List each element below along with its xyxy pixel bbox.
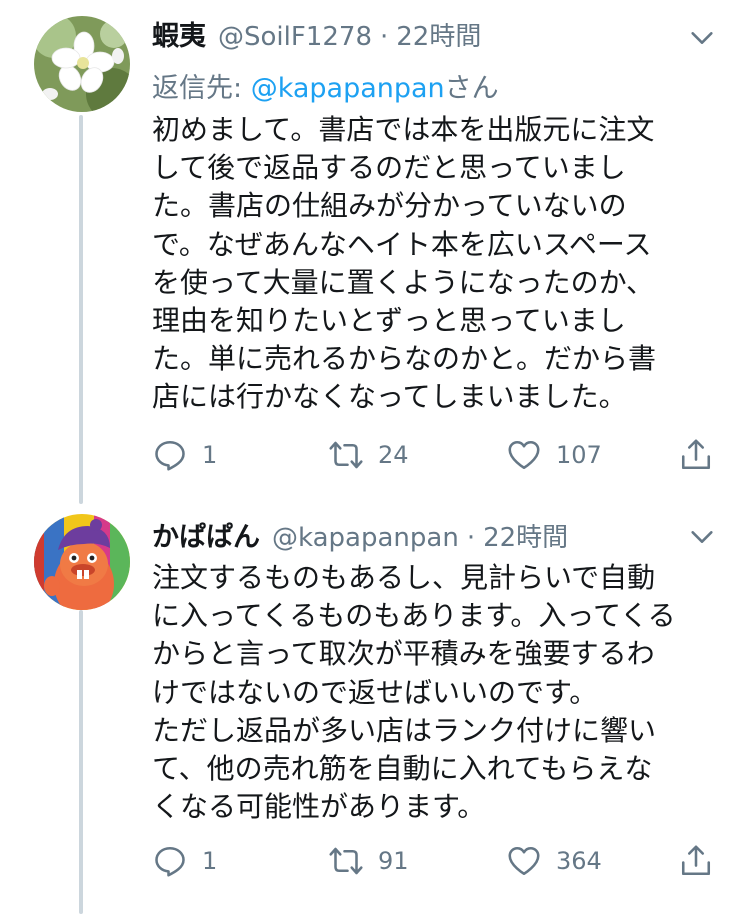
display-name[interactable]: かぱぱん <box>152 515 260 554</box>
tweet-text-line: 初めまして。書店では本を出版元に注文 <box>152 113 655 146</box>
like-button[interactable]: 107 <box>506 433 602 477</box>
share-icon <box>681 439 711 470</box>
share-button[interactable] <box>678 839 714 883</box>
tweet-text-line: からと言って取次が平積みを強要するわ <box>152 637 655 671</box>
like-count: 364 <box>556 847 602 875</box>
reply-to-label: 返信先: <box>152 73 251 104</box>
mascot-character-avatar-image <box>34 514 130 610</box>
tweet-text-line: て、他の売れ筋を自動に入れてもらえな <box>152 752 653 786</box>
tweet-text-line: ただし返品が多い店はランク付けに響い <box>152 713 657 747</box>
tweet-actions: 1 24 107 <box>152 433 732 477</box>
reply-to-mention-link[interactable]: @kapapanpan <box>251 73 445 104</box>
reply-to-suffix: さん <box>444 73 499 104</box>
tweet[interactable]: かぱぱん @kapapanpan · 22時間 注文するものもあるし、見計らいで… <box>0 505 750 914</box>
display-name[interactable]: 蝦夷 <box>152 14 206 53</box>
tweet[interactable]: 蝦夷 @SoilF1278 · 22時間 返信先: @kapapanpanさん … <box>0 0 750 505</box>
separator-dot: · <box>379 22 389 52</box>
reply-count: 1 <box>202 847 218 875</box>
tweet-text-line: くなる可能性があります。 <box>152 790 486 824</box>
tweet-text-line: 店には行かなくなってしまいました。 <box>152 380 627 414</box>
tweet-text-line: を使って大量に置くようになったのか、 <box>152 265 655 299</box>
retweet-icon <box>329 441 363 469</box>
avatar[interactable] <box>34 514 130 610</box>
tweet-text: 注文するものもあるし、見計らいで自動 に入ってくるものもあります。入ってくる か… <box>152 559 712 826</box>
tweet-text-line: た。書店の仕組みが分かっていないの <box>152 189 627 223</box>
timestamp[interactable]: 22時間 <box>483 517 568 554</box>
retweet-count: 91 <box>378 847 409 875</box>
tweet-text-line: 理由を知りたいとずっと思っていまし <box>152 304 626 338</box>
retweet-icon <box>329 847 363 875</box>
user-handle[interactable]: @kapapanpan <box>272 523 459 553</box>
share-icon <box>681 845 711 876</box>
avatar[interactable] <box>34 16 130 112</box>
tweet-text-line: 注文するものもあるし、見計らいで自動 <box>152 561 656 594</box>
reply-to-context: 返信先: @kapapanpanさん <box>152 66 499 105</box>
retweet-button[interactable]: 91 <box>328 839 409 883</box>
tweet-text: 初めまして。書店では本を出版元に注文 して後で返品するのだと思っていまし た。書… <box>152 111 712 417</box>
separator-dot: · <box>466 523 476 553</box>
heart-icon <box>508 440 540 470</box>
apple-blossom-avatar-image <box>34 16 130 112</box>
chevron-down-icon[interactable] <box>688 24 716 52</box>
timestamp[interactable]: 22時間 <box>396 16 481 53</box>
retweet-count: 24 <box>378 441 409 469</box>
reply-icon <box>155 440 185 471</box>
like-button[interactable]: 364 <box>506 839 602 883</box>
tweet-text-line: けではないので返せばいいのです。 <box>152 675 598 709</box>
reply-count: 1 <box>202 441 218 469</box>
heart-icon <box>508 846 540 876</box>
user-handle[interactable]: @SoilF1278 <box>218 22 372 52</box>
tweet-header: 蝦夷 @SoilF1278 · 22時間 <box>152 14 690 54</box>
tweet-text-line: で。なぜあんなヘイト本を広いスペース <box>152 227 652 261</box>
reply-icon <box>155 846 185 877</box>
reply-button[interactable]: 1 <box>152 839 217 883</box>
chevron-down-icon[interactable] <box>688 523 716 551</box>
tweet-header: かぱぱん @kapapanpan · 22時間 <box>152 515 690 555</box>
tweet-actions: 1 91 364 <box>152 839 732 883</box>
reply-button[interactable]: 1 <box>152 433 217 477</box>
retweet-button[interactable]: 24 <box>328 433 409 477</box>
share-button[interactable] <box>678 433 714 477</box>
tweet-text-line: して後で返品するのだと思っていまし <box>152 151 626 185</box>
tweet-text-line: た。単に売れるからなのかと。だから書 <box>152 342 657 376</box>
tweet-text-line: に入ってくるものもあります。入ってくる <box>152 599 676 633</box>
like-count: 107 <box>556 441 602 469</box>
